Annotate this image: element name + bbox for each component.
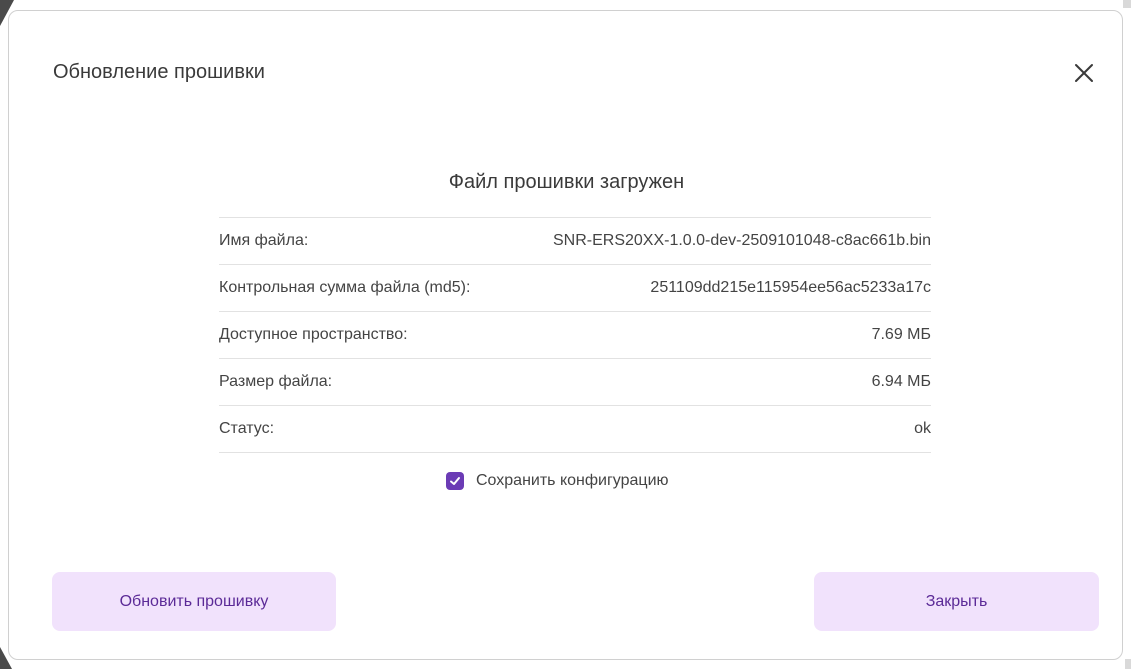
checkmark-icon [450,477,460,485]
save-config-label: Сохранить конфигурацию [476,472,669,489]
close-dialog-button[interactable]: Закрыть [814,572,1099,631]
row-label: Доступное пространство: [219,326,408,343]
close-button[interactable] [1071,60,1097,86]
checkbox-checked[interactable] [446,472,464,490]
update-firmware-button[interactable]: Обновить прошивку [52,572,336,631]
save-config-checkbox[interactable]: Сохранить конфигурацию [446,472,669,490]
window-corner [1123,0,1131,8]
info-row-status: Статус: ok [219,405,931,453]
info-row-checksum: Контрольная сумма файла (md5): 251109dd2… [219,264,931,311]
window-corner [1125,659,1131,669]
row-value: 251109dd215e115954ee56ac5233a17c [650,279,931,296]
info-row-file-size: Размер файла: 6.94 МБ [219,358,931,405]
row-value: 7.69 МБ [871,326,931,343]
section-title: Файл прошивки загружен [448,171,685,193]
info-row-free-space: Доступное пространство: 7.69 МБ [219,311,931,358]
dialog-title: Обновление прошивки [53,61,265,83]
row-label: Контрольная сумма файла (md5): [219,279,471,296]
file-info-table: Имя файла: SNR-ERS20XX-1.0.0-dev-2509101… [219,217,931,453]
firmware-update-dialog: Обновление прошивки Файл прошивки загруж… [8,10,1123,660]
close-icon [1075,64,1093,82]
row-value: SNR-ERS20XX-1.0.0-dev-2509101048-c8ac661… [552,232,931,249]
info-row-filename: Имя файла: SNR-ERS20XX-1.0.0-dev-2509101… [219,217,931,264]
status-value: ok [914,420,931,437]
row-label: Размер файла: [219,373,333,390]
row-label: Статус: [219,420,275,437]
row-label: Имя файла: [219,232,309,249]
row-value: 6.94 МБ [871,373,931,390]
